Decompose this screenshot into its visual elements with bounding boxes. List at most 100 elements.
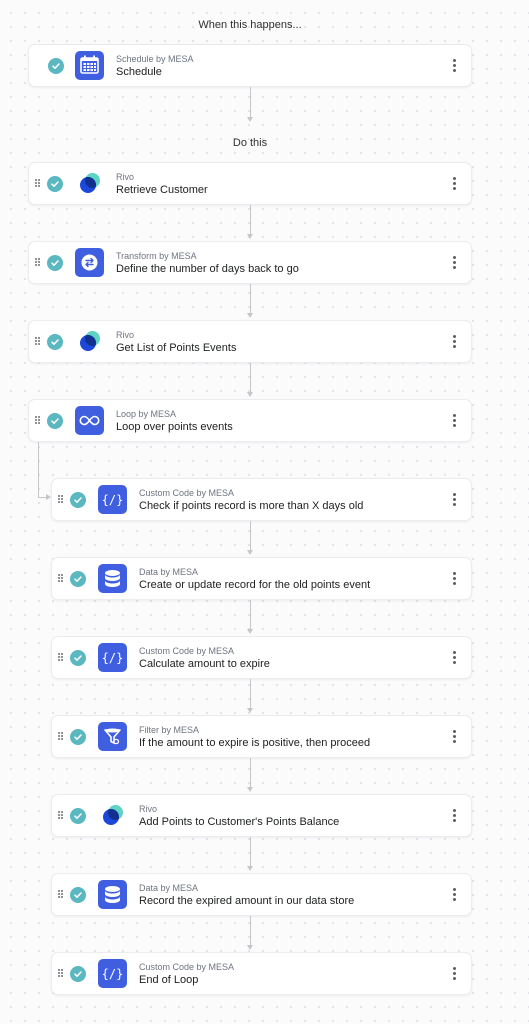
step-title: Loop over points events: [116, 421, 233, 433]
connector-line: [250, 521, 251, 551]
check-circle-icon: [47, 413, 63, 429]
drag-handle-icon[interactable]: [35, 416, 41, 425]
more-options-icon[interactable]: [453, 59, 457, 73]
check-circle-icon: [70, 887, 86, 903]
step-title: If the amount to expire is positive, the…: [139, 737, 371, 749]
calendar-icon: [75, 51, 104, 80]
check-circle-icon: [70, 650, 86, 666]
check-circle-icon: [47, 176, 63, 192]
code-braces-icon: {/}: [98, 485, 127, 514]
step-text: Filter by MESA If the amount to expire is…: [139, 724, 370, 750]
infinity-icon: [75, 406, 104, 435]
connector-line: [250, 758, 251, 788]
step-card[interactable]: Schedule by MESA Schedule: [28, 44, 472, 87]
step-card[interactable]: Rivo Retrieve Customer: [28, 162, 472, 205]
more-options-icon[interactable]: [453, 177, 457, 191]
step-title: Schedule: [116, 66, 162, 78]
more-options-icon[interactable]: [453, 335, 457, 349]
step-card[interactable]: Transform by MESA Define the number of da…: [28, 241, 472, 284]
step-text: Custom Code by MESA Calculate amount to e…: [139, 645, 270, 671]
step-text: Loop by MESA Loop over points events: [116, 408, 233, 434]
check-circle-icon: [48, 58, 64, 74]
more-options-icon[interactable]: [453, 256, 457, 270]
step-title: Get List of Points Events: [116, 342, 237, 354]
connector-line: [250, 284, 251, 314]
drag-handle-icon[interactable]: [58, 732, 64, 741]
step-card[interactable]: Loop by MESA Loop over points events: [28, 399, 472, 442]
drag-handle-icon[interactable]: [58, 653, 64, 662]
step-app-name: Custom Code by MESA: [139, 488, 235, 498]
connector-arrow-icon: [247, 866, 253, 871]
transform-arrows-icon: [75, 248, 104, 277]
check-circle-icon: [47, 255, 63, 271]
connector-arrow-icon: [247, 313, 253, 318]
step-title: Add Points to Customer's Points Balance: [139, 816, 340, 828]
step-app-name: Transform by MESA: [116, 251, 197, 261]
more-options-icon[interactable]: [453, 967, 457, 981]
step-text: Data by MESA Create or update record for …: [139, 566, 370, 592]
step-title: Retrieve Customer: [116, 184, 208, 196]
drag-handle-icon[interactable]: [58, 969, 64, 978]
step-card[interactable]: Data by MESA Record the expired amount in…: [51, 873, 472, 916]
check-circle-icon: [47, 334, 63, 350]
more-options-icon[interactable]: [453, 414, 457, 428]
step-card[interactable]: Filter by MESA If the amount to expire is…: [51, 715, 472, 758]
svg-text:{/}: {/}: [102, 967, 124, 981]
step-text: Schedule by MESA Schedule: [116, 53, 194, 79]
connector-arrow-icon: [247, 234, 253, 239]
more-options-icon[interactable]: [453, 809, 457, 823]
actions-section-label: Do this: [232, 137, 268, 149]
step-title: Create or update record for the old poin…: [139, 579, 371, 591]
connector-arrow-icon: [247, 392, 253, 397]
step-text: Transform by MESA Define the number of da…: [116, 250, 299, 276]
drag-handle-icon[interactable]: [58, 495, 64, 504]
connector-line: [250, 363, 251, 393]
drag-handle-icon[interactable]: [58, 811, 64, 820]
step-card[interactable]: {/} Custom Code by MESA Calculate amount t…: [51, 636, 472, 679]
connector-arrow-icon: [247, 945, 253, 950]
connector-arrow-icon: [247, 787, 253, 792]
step-app-name: Loop by MESA: [116, 409, 177, 419]
connector-line: [250, 205, 251, 235]
drag-handle-icon[interactable]: [35, 179, 41, 188]
more-options-icon[interactable]: [453, 572, 457, 586]
connector-arrow-icon: [247, 550, 253, 555]
more-options-icon[interactable]: [453, 651, 457, 665]
database-icon: [98, 564, 127, 593]
more-options-icon[interactable]: [453, 493, 457, 507]
drag-handle-icon[interactable]: [58, 574, 64, 583]
step-card[interactable]: Rivo Get List of Points Events: [28, 320, 472, 363]
step-text: Rivo Get List of Points Events: [116, 329, 236, 355]
code-braces-icon: {/}: [98, 959, 127, 988]
more-options-icon[interactable]: [453, 888, 457, 902]
step-card[interactable]: Rivo Add Points to Customer's Points Bala…: [51, 794, 472, 837]
step-text: Rivo Add Points to Customer's Points Bala…: [139, 803, 339, 829]
step-card[interactable]: {/} Custom Code by MESA End of Loop: [51, 952, 472, 995]
step-card[interactable]: {/} Custom Code by MESA Check if points re…: [51, 478, 472, 521]
step-title: Calculate amount to expire: [139, 658, 270, 670]
check-circle-icon: [70, 571, 86, 587]
step-title: End of Loop: [139, 974, 199, 986]
step-app-name: Data by MESA: [139, 883, 199, 893]
drag-handle-icon[interactable]: [35, 258, 41, 267]
more-options-icon[interactable]: [453, 730, 457, 744]
step-app-name: Data by MESA: [139, 567, 199, 577]
step-text: Rivo Retrieve Customer: [116, 171, 208, 197]
rivo-logo-icon: [75, 327, 104, 356]
trigger-section-label: When this happens...: [198, 19, 302, 31]
step-app-name: Custom Code by MESA: [139, 962, 235, 972]
connector-arrow-icon: [247, 629, 253, 634]
step-card[interactable]: Data by MESA Create or update record for …: [51, 557, 472, 600]
connector-line: [250, 916, 251, 946]
connector-arrow-icon: [247, 117, 253, 122]
rivo-logo-icon: [98, 801, 127, 830]
drag-handle-icon[interactable]: [58, 890, 64, 899]
check-circle-icon: [70, 966, 86, 982]
check-circle-icon: [70, 492, 86, 508]
connector-arrow-icon: [247, 708, 253, 713]
connector-line: [38, 442, 39, 497]
drag-handle-icon[interactable]: [35, 337, 41, 346]
connector-line: [250, 87, 251, 118]
step-title: Record the expired amount in our data st…: [139, 895, 355, 907]
step-app-name: Rivo: [116, 330, 135, 340]
